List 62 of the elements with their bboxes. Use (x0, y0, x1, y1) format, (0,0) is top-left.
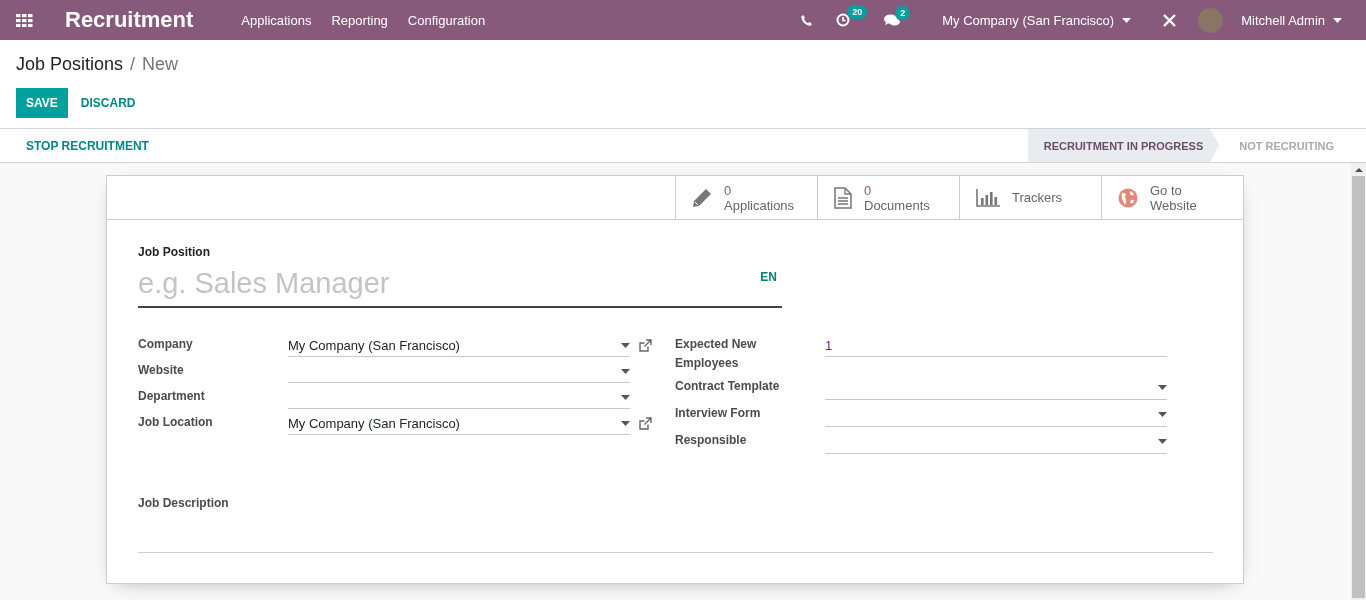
smart-button[interactable]: 0 Applications (675, 176, 817, 219)
dropdown-field[interactable]: My Company (San Francisco) (288, 334, 630, 357)
field-label: Interview Form (675, 405, 762, 422)
caret-icon (1122, 17, 1132, 23)
app-title: Recruitment (65, 7, 194, 33)
language-button[interactable]: EN (760, 270, 777, 284)
external-link-icon[interactable] (639, 339, 652, 352)
notification-badge: 2 (895, 5, 911, 20)
smart-button-label: Documents (864, 197, 930, 213)
field-value: My Company (San Francisco) (288, 337, 460, 353)
dropdown-field[interactable]: My Company (San Francisco) (288, 412, 630, 435)
field-label: Department (138, 388, 206, 405)
field-value: 1 (825, 337, 833, 353)
caret-icon (621, 394, 630, 400)
field-label: Company (138, 336, 194, 353)
smart-button-label: Applications (724, 197, 795, 213)
phone-icon[interactable] (801, 14, 813, 26)
menu-item[interactable]: Applications (231, 12, 322, 28)
field-label: Contract Template (675, 378, 781, 395)
pencil-icon (692, 187, 712, 208)
company-switcher[interactable]: My Company (San Francisco) (932, 12, 1142, 28)
apps-grid-icon[interactable] (16, 13, 33, 27)
caret-icon (1158, 385, 1167, 390)
caret-icon (1158, 412, 1167, 417)
breadcrumb-separator: / (130, 53, 136, 75)
stop-recruitment-button[interactable]: STOP RECRUITMENT (16, 129, 159, 162)
field-label: Website (138, 362, 185, 379)
discard-button[interactable]: DISCARD (70, 88, 146, 118)
field-label: Job Description (138, 495, 229, 510)
smart-button-count: 0 (864, 182, 873, 198)
clock-icon[interactable] (836, 13, 851, 27)
smart-button-label: Go to Website (1150, 182, 1197, 213)
caret-icon (1333, 17, 1342, 23)
breadcrumb-current: New (142, 53, 179, 75)
notification-badge: 20 (847, 5, 868, 19)
menu-item[interactable]: Configuration (397, 12, 496, 28)
bar-chart-icon (976, 188, 1000, 207)
menu-item[interactable]: Reporting (321, 12, 398, 28)
smart-button[interactable]: Go to Website (1101, 176, 1243, 219)
document-icon (834, 186, 852, 209)
caret-icon (1158, 439, 1167, 444)
smart-button[interactable]: 0 Documents (817, 176, 959, 219)
save-button[interactable]: SAVE (16, 88, 68, 118)
globe-icon (1118, 187, 1138, 208)
smart-button-label: Trackers (1012, 190, 1063, 205)
caret-icon (621, 368, 630, 374)
field-value: My Company (San Francisco) (288, 415, 460, 431)
field-label: Responsible (675, 432, 748, 449)
scrollbar[interactable] (1351, 163, 1366, 600)
job-position-field[interactable]: e.g. Sales Manager (138, 267, 761, 306)
smart-button[interactable]: Trackers (959, 176, 1101, 219)
external-link-icon[interactable] (639, 417, 652, 430)
text-field[interactable]: 1 (825, 334, 1167, 357)
breadcrumb-link[interactable]: Job Positions (16, 53, 124, 75)
smart-button-count: 0 (724, 182, 733, 198)
user-menu[interactable]: Mitchell Admin (1231, 12, 1352, 28)
caret-icon (621, 342, 630, 348)
field-label: Job Location (138, 414, 214, 431)
caret-icon (621, 420, 630, 426)
field-label: Job Position (138, 245, 211, 259)
status-stage[interactable]: RECRUITMENT IN PROGRESS (1027, 129, 1220, 162)
field-label: Expected New Employees (675, 336, 758, 372)
